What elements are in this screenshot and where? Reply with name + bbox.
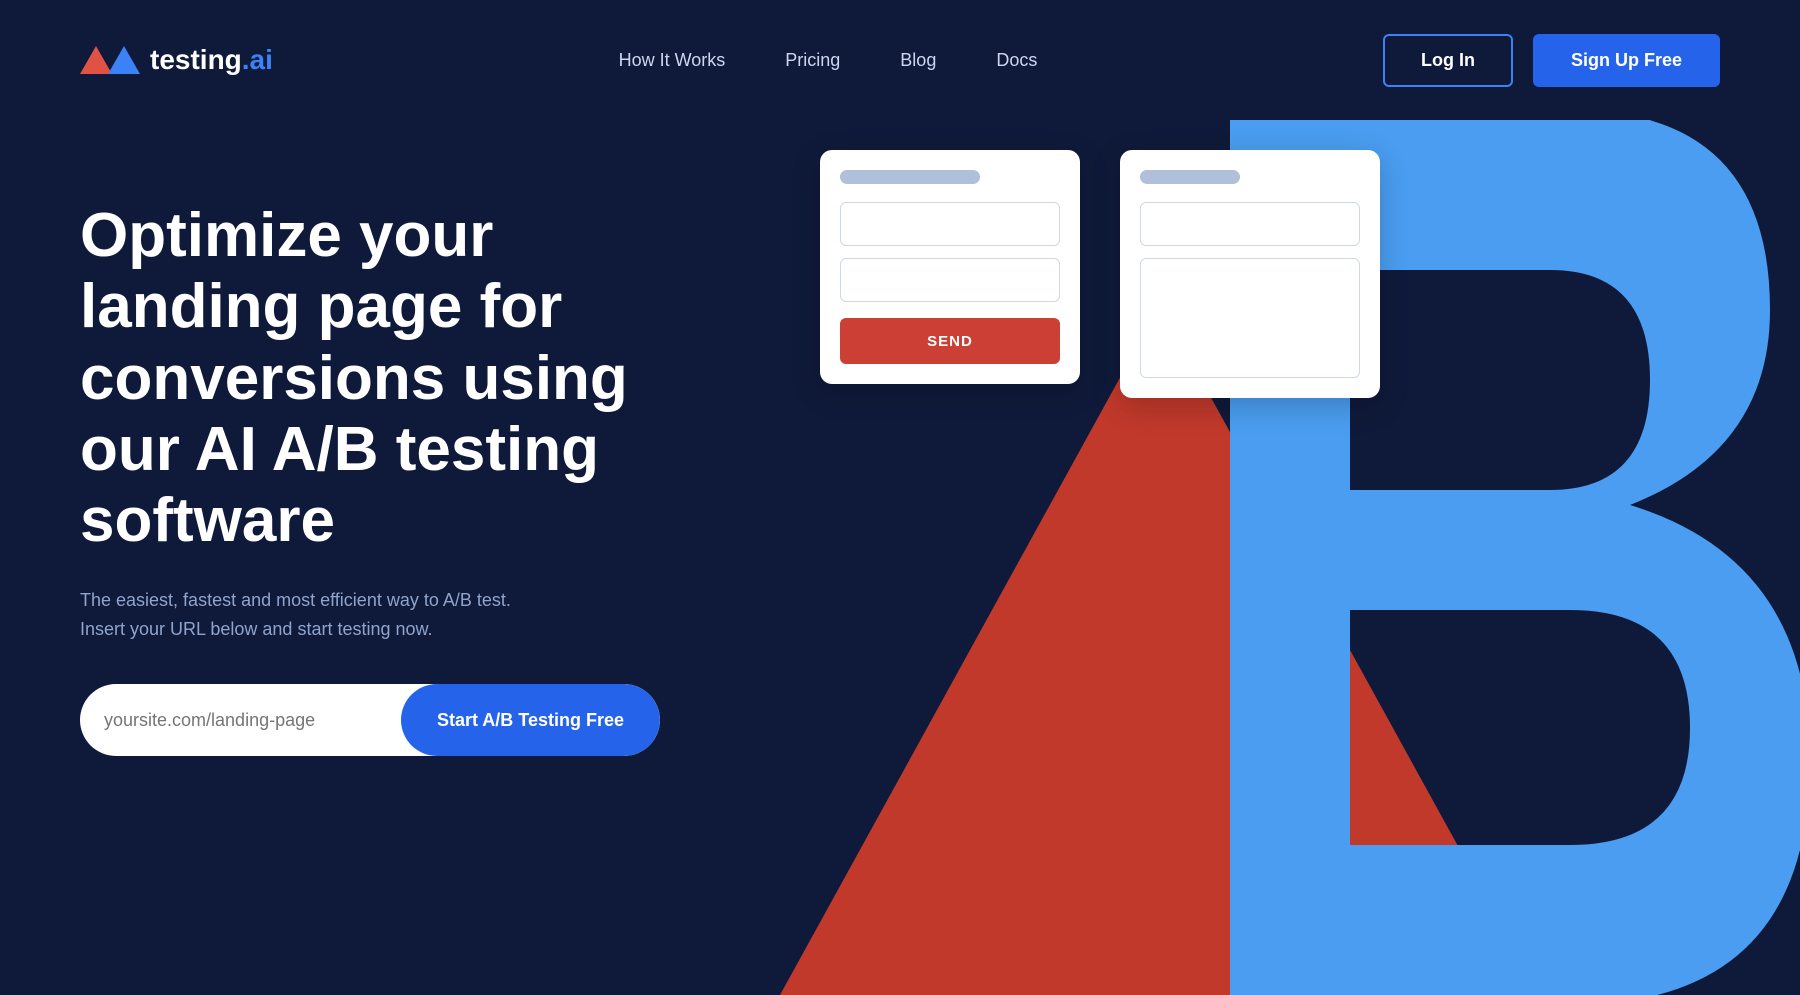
- nav-link-how-it-works[interactable]: How It Works: [619, 50, 726, 71]
- login-button[interactable]: Log In: [1383, 34, 1513, 87]
- card-a-field-2: [840, 258, 1060, 302]
- card-a-send-button[interactable]: SEND: [840, 318, 1060, 364]
- url-input[interactable]: [104, 710, 401, 731]
- nav-links: How It Works Pricing Blog Docs: [619, 50, 1038, 71]
- logo-icon: [80, 46, 140, 74]
- navbar: testing.ai How It Works Pricing Blog Doc…: [0, 0, 1800, 120]
- logo-triangle-b: [108, 46, 140, 74]
- hero-illustration: SEND: [700, 120, 1800, 995]
- hero-section: Optimize your landing page for conversio…: [0, 120, 1800, 995]
- card-b-field-1: [1140, 202, 1360, 246]
- nav-link-blog[interactable]: Blog: [900, 50, 936, 71]
- card-b-header-bar: [1140, 170, 1240, 184]
- card-b-content-area: [1140, 258, 1360, 378]
- logo[interactable]: testing.ai: [80, 44, 273, 76]
- logo-text: testing.ai: [150, 44, 273, 76]
- card-a-field-1: [840, 202, 1060, 246]
- card-a: SEND: [820, 150, 1080, 384]
- hero-title: Optimize your landing page for conversio…: [80, 200, 660, 556]
- hero-left: Optimize your landing page for conversio…: [80, 180, 660, 756]
- card-b: [1120, 150, 1380, 398]
- cta-button[interactable]: Start A/B Testing Free: [401, 684, 660, 756]
- nav-link-docs[interactable]: Docs: [996, 50, 1037, 71]
- nav-actions: Log In Sign Up Free: [1383, 34, 1720, 87]
- card-a-header-bar: [840, 170, 980, 184]
- hero-subtitle: The easiest, fastest and most efficient …: [80, 586, 560, 644]
- signup-button[interactable]: Sign Up Free: [1533, 34, 1720, 87]
- hero-cta-form: Start A/B Testing Free: [80, 684, 660, 756]
- nav-link-pricing[interactable]: Pricing: [785, 50, 840, 71]
